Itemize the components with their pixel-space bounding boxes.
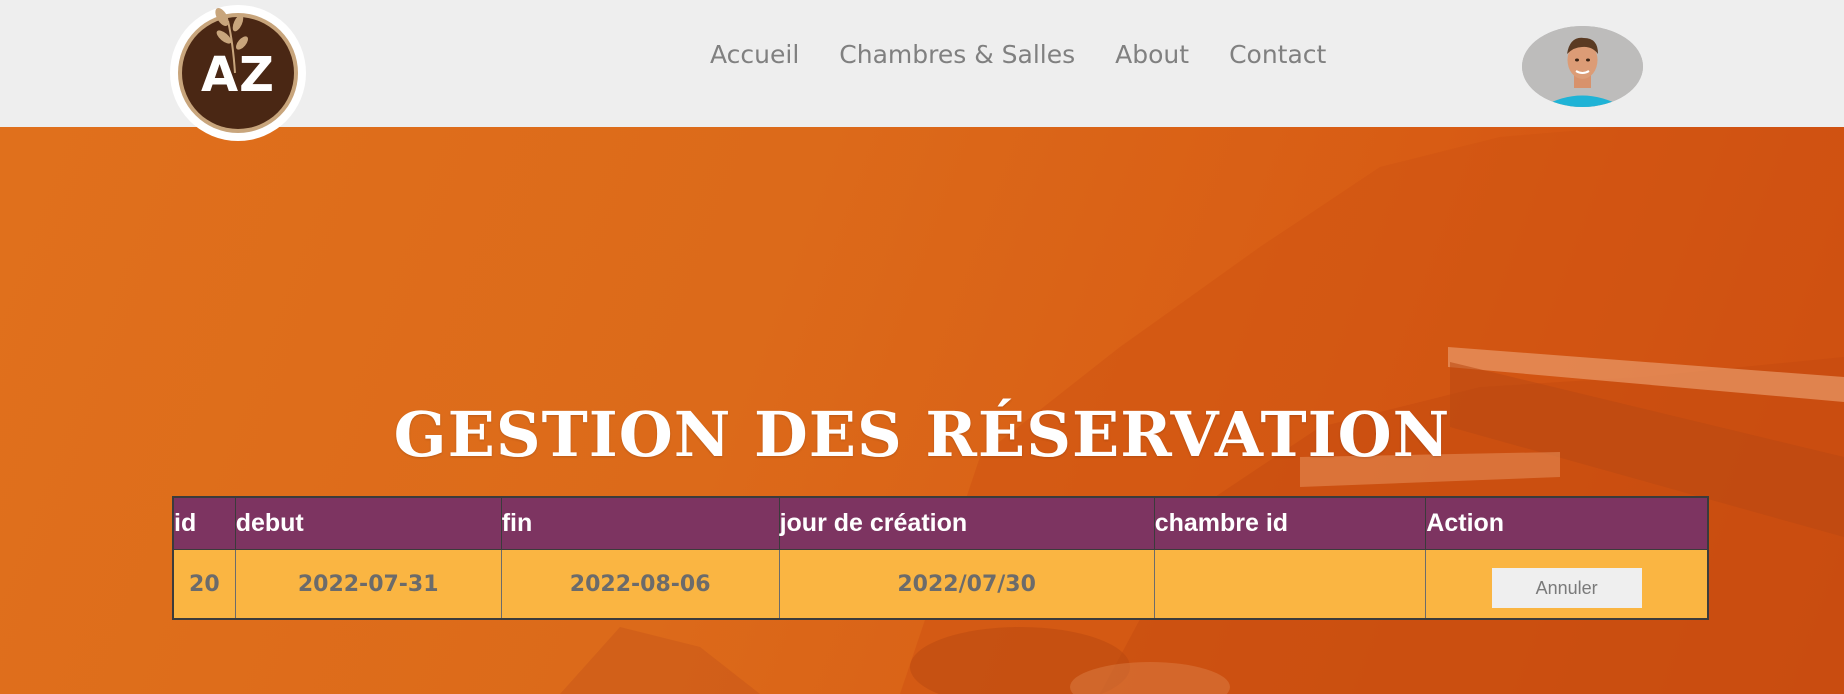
nav-contact[interactable]: Contact	[1229, 40, 1326, 69]
user-avatar[interactable]	[1522, 26, 1643, 107]
cell-id: 20	[172, 549, 236, 620]
page: Accueil Chambres & Salles About Contact	[0, 0, 1844, 694]
logo-ring: AZ	[178, 7, 298, 133]
column-header-chambre-id: chambre id	[1153, 496, 1427, 550]
cell-jour-creation: 2022/07/30	[778, 549, 1155, 620]
brand-logo[interactable]: AZ	[170, 5, 306, 141]
column-header-debut: debut	[234, 496, 502, 550]
nav-accueil[interactable]: Accueil	[710, 40, 799, 69]
nav-about[interactable]: About	[1115, 40, 1189, 69]
cell-action: Annuler	[1425, 549, 1709, 620]
reservations-table: id debut fin jour de création chambre id…	[172, 496, 1709, 620]
column-header-jour-creation: jour de création	[778, 496, 1155, 550]
logo-text: AZ	[201, 47, 275, 103]
main-nav: Accueil Chambres & Salles About Contact	[710, 40, 1326, 69]
column-header-id: id	[172, 496, 236, 550]
column-header-fin: fin	[500, 496, 780, 550]
cell-debut: 2022-07-31	[234, 549, 502, 620]
cell-fin: 2022-08-06	[500, 549, 780, 620]
column-header-action: Action	[1425, 496, 1709, 550]
page-title: GESTION DES RÉSERVATION	[393, 398, 1451, 471]
table-row: 20 2022-07-31 2022-08-06 2022/07/30 Annu…	[172, 549, 1709, 620]
logo-badge: AZ	[182, 7, 294, 129]
nav-chambres-salles[interactable]: Chambres & Salles	[839, 40, 1075, 69]
table-header-row: id debut fin jour de création chambre id…	[172, 496, 1709, 550]
cell-chambre-id	[1153, 549, 1427, 620]
user-avatar-icon	[1522, 26, 1643, 107]
annuler-button[interactable]: Annuler	[1491, 568, 1642, 608]
